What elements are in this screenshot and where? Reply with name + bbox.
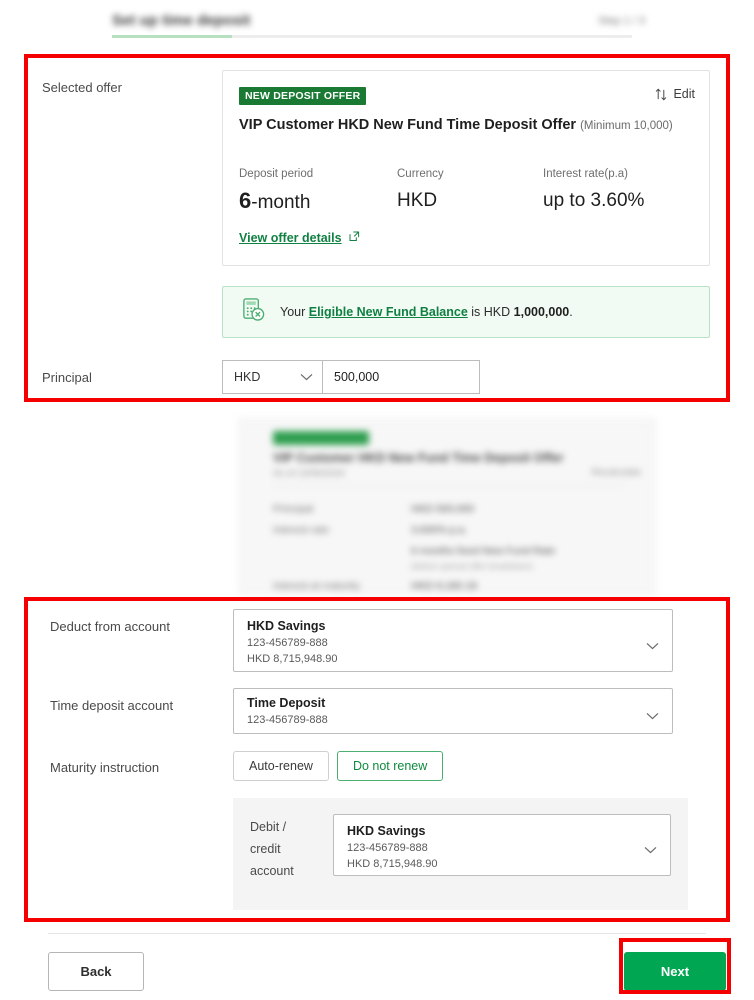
eligible-balance-text: Your Eligible New Fund Balance is HKD 1,…: [280, 305, 573, 319]
chevron-down-icon: [644, 841, 657, 854]
deposit-summary-preview: VIP Customer HKD New Fund Time Deposit O…: [238, 418, 656, 596]
summary-row-key-1: Interest rate: [273, 524, 330, 536]
principal-currency-select[interactable]: HKD: [222, 360, 322, 394]
offer-title-text: VIP Customer HKD New Fund Time Deposit O…: [239, 117, 577, 133]
principal-label: Principal: [42, 370, 92, 385]
deduct-account-name: HKD Savings: [247, 619, 326, 633]
offer-attribute-deposit-period: Deposit period 6-month: [239, 167, 313, 215]
balance-middle: is HKD: [467, 305, 514, 319]
back-button[interactable]: Back: [48, 952, 144, 991]
debit-credit-account-name: HKD Savings: [347, 824, 426, 838]
offer-title: VIP Customer HKD New Fund Time Deposit O…: [239, 115, 685, 137]
debit-credit-account-balance: HKD 8,715,948.90: [347, 858, 438, 870]
summary-row-sub-2: (before special offer breakdown): [411, 561, 533, 571]
maturity-instruction-label: Maturity instruction: [50, 760, 160, 775]
external-link-icon: [349, 231, 360, 245]
progress-track: [112, 35, 632, 38]
time-deposit-account-name: Time Deposit: [247, 696, 326, 710]
debit-credit-account-label: Debit / credit account: [250, 820, 294, 878]
summary-title: VIP Customer HKD New Fund Time Deposit O…: [273, 451, 564, 465]
deduct-account-number: 123-456789-888: [247, 637, 328, 649]
interest-rate-value: up to 3.60%: [543, 190, 645, 211]
offer-attribute-interest-rate: Interest rate(p.a) up to 3.60%: [543, 167, 644, 213]
summary-row-value-2: 6 months fixed New Fund Rate: [411, 545, 556, 557]
edit-offer-button[interactable]: Edit: [655, 87, 695, 101]
selected-offer-card: NEW DEPOSIT OFFER Edit VIP Customer HKD …: [222, 70, 710, 266]
offer-minimum: (Minimum 10,000): [580, 120, 673, 132]
summary-row-key-3: Interest at maturity: [273, 580, 360, 592]
principal-amount-input[interactable]: 500,000: [322, 360, 480, 394]
step-indicator: Step 1 / 3: [598, 15, 646, 27]
maturity-option-auto-renew[interactable]: Auto-renew: [233, 751, 329, 781]
new-deposit-offer-badge: NEW DEPOSIT OFFER: [239, 87, 367, 105]
debit-credit-account-number: 123-456789-888: [347, 842, 428, 854]
deduct-account-balance: HKD 8,715,948.90: [247, 653, 338, 665]
balance-prefix: Your: [280, 305, 309, 319]
time-deposit-account-number: 123-456789-888: [247, 714, 328, 726]
page-header: Set up time deposit Step 1 / 3: [0, 0, 754, 46]
time-deposit-account-label: Time deposit account: [50, 698, 174, 713]
deduct-from-account-select[interactable]: HKD Savings 123-456789-888 HKD 8,715,948…: [233, 609, 673, 672]
debit-credit-account-panel: Debit / credit account HKD Savings 123-4…: [233, 798, 688, 910]
balance-amount: 1,000,000: [513, 305, 570, 319]
summary-divider: [273, 485, 625, 486]
eligible-new-fund-balance-link[interactable]: Eligible New Fund Balance: [309, 305, 468, 319]
time-deposit-account-select[interactable]: Time Deposit 123-456789-888: [233, 688, 673, 734]
footer-divider: [48, 933, 706, 934]
principal-currency-value: HKD: [234, 370, 261, 384]
currency-label: Currency: [397, 168, 444, 180]
next-button[interactable]: Next: [624, 952, 726, 991]
offer-attribute-currency: Currency HKD: [397, 167, 444, 213]
summary-date: As of 13/06/2024: [273, 468, 345, 479]
deposit-period-label: Deposit period: [239, 168, 314, 180]
principal-amount-value: 500,000: [334, 370, 380, 384]
maturity-instruction-toggle: Auto-renew Do not renew: [233, 751, 444, 781]
progress-fill: [112, 35, 232, 38]
swap-vertical-icon: [655, 88, 667, 101]
page-title: Set up time deposit: [112, 12, 251, 29]
deposit-period-unit: -month: [251, 192, 311, 213]
chevron-down-icon: [646, 637, 659, 649]
debit-credit-account-select[interactable]: HKD Savings 123-456789-888 HKD 8,715,948…: [333, 814, 671, 876]
chevron-down-icon: [646, 707, 659, 720]
maturity-option-do-not-renew[interactable]: Do not renew: [336, 751, 444, 781]
summary-row-key-0: Principal: [273, 503, 314, 515]
selected-offer-label: Selected offer: [42, 80, 122, 95]
summary-recalculate: Recalculate: [591, 467, 641, 478]
view-offer-details-link[interactable]: View offer details: [239, 231, 360, 245]
balance-suffix: .: [569, 305, 573, 319]
calculator-icon: [241, 297, 266, 327]
deduct-from-account-label: Deduct from account: [50, 619, 170, 634]
summary-badge: [273, 431, 369, 445]
view-offer-details-label: View offer details: [239, 231, 342, 245]
interest-rate-label: Interest rate(p.a): [543, 168, 629, 180]
summary-row-value-1: 3.600% p.a.: [411, 524, 468, 536]
currency-value: HKD: [397, 190, 438, 211]
deposit-period-value: 6: [239, 188, 252, 213]
principal-input-group: HKD 500,000: [222, 360, 480, 394]
edit-offer-label: Edit: [673, 87, 695, 101]
chevron-down-icon: [300, 370, 313, 384]
summary-row-value-3: HKD 9,180.18: [411, 580, 477, 592]
summary-row-value-0: HKD 500,000: [411, 503, 475, 515]
eligible-balance-banner: Your Eligible New Fund Balance is HKD 1,…: [222, 286, 710, 338]
